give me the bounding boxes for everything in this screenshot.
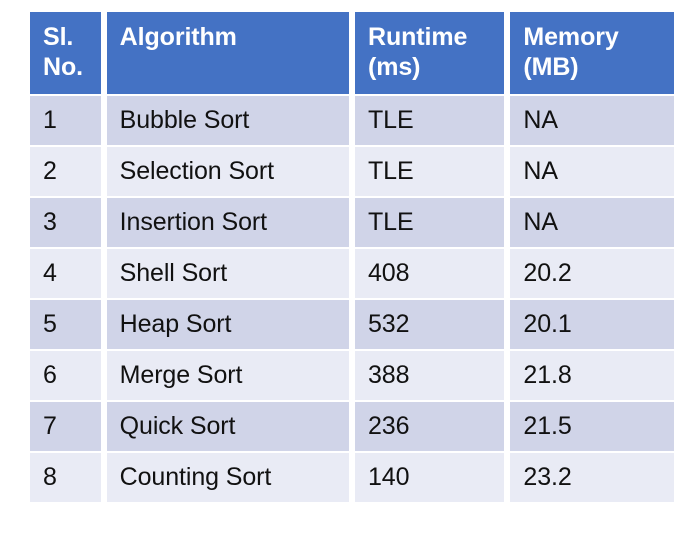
cell-sl-no: 8 [30,453,101,502]
cell-runtime: TLE [354,198,505,247]
table-row: 7 Quick Sort 236 21.5 [30,402,674,451]
cell-memory: 20.1 [510,300,674,349]
cell-sl-no: 7 [30,402,101,451]
column-header-algorithm-line1: Algorithm [119,23,237,51]
table-header-row: Sl. No. Algorithm Runtime (ms) Memory (M… [30,12,674,94]
cell-algorithm: Shell Sort [106,249,349,298]
cell-sl-no: 1 [30,96,101,145]
cell-memory: 20.2 [510,249,674,298]
cell-runtime: 408 [354,249,505,298]
cell-sl-no: 2 [30,147,101,196]
cell-sl-no: 5 [30,300,101,349]
table-row: 6 Merge Sort 388 21.8 [30,351,674,400]
cell-algorithm: Selection Sort [106,147,349,196]
cell-runtime: 236 [354,402,505,451]
column-header-memory-line2: (MB) [523,52,579,81]
cell-memory: 23.2 [510,453,674,502]
column-header-runtime-line1: Runtime [367,23,468,51]
cell-sl-no: 3 [30,198,101,247]
column-header-runtime-line2: (ms) [367,52,421,81]
cell-algorithm: Merge Sort [106,351,349,400]
column-header-sl-no: Sl. No. [30,12,101,94]
column-header-runtime: Runtime (ms) [354,12,505,94]
column-header-memory-line1: Memory [523,23,619,51]
cell-memory: NA [510,147,674,196]
cell-runtime: TLE [354,147,505,196]
cell-runtime: TLE [354,96,505,145]
table-row: 5 Heap Sort 532 20.1 [30,300,674,349]
table-row: 2 Selection Sort TLE NA [30,147,674,196]
column-header-algorithm: Algorithm [106,12,349,94]
cell-sl-no: 4 [30,249,101,298]
table-header: Sl. No. Algorithm Runtime (ms) Memory (M… [30,12,674,94]
table-body: 1 Bubble Sort TLE NA 2 Selection Sort TL… [30,96,674,502]
table-row: 1 Bubble Sort TLE NA [30,96,674,145]
cell-memory: NA [510,96,674,145]
cell-algorithm: Bubble Sort [106,96,349,145]
sorting-benchmark-table: Sl. No. Algorithm Runtime (ms) Memory (M… [24,10,680,504]
cell-memory: 21.8 [510,351,674,400]
sorting-benchmark-table-container: Sl. No. Algorithm Runtime (ms) Memory (M… [30,12,686,502]
cell-runtime: 140 [354,453,505,502]
column-header-sl-no-line1: Sl. [43,23,74,51]
cell-memory: NA [510,198,674,247]
cell-memory: 21.5 [510,402,674,451]
cell-sl-no: 6 [30,351,101,400]
table-row: 4 Shell Sort 408 20.2 [30,249,674,298]
table-row: 3 Insertion Sort TLE NA [30,198,674,247]
column-header-sl-no-line2: No. [43,52,83,81]
cell-algorithm: Heap Sort [106,300,349,349]
cell-runtime: 388 [354,351,505,400]
cell-algorithm: Quick Sort [106,402,349,451]
cell-algorithm: Counting Sort [106,453,349,502]
table-row: 8 Counting Sort 140 23.2 [30,453,674,502]
column-header-memory: Memory (MB) [510,12,674,94]
cell-runtime: 532 [354,300,505,349]
cell-algorithm: Insertion Sort [106,198,349,247]
